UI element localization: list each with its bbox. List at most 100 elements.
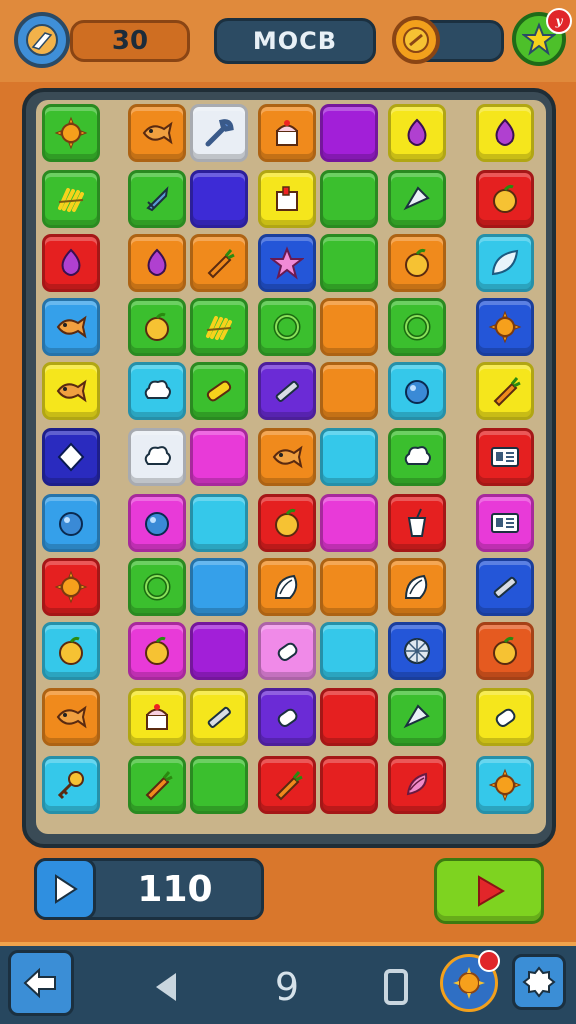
- board-tile[interactable]: [388, 622, 446, 680]
- board-tile[interactable]: [128, 234, 186, 292]
- board-tile[interactable]: [476, 558, 534, 616]
- board-tile[interactable]: [42, 234, 100, 292]
- board-tile[interactable]: [42, 428, 100, 486]
- board-tile[interactable]: [42, 298, 100, 356]
- board-tile[interactable]: [42, 622, 100, 680]
- board-tile[interactable]: [42, 170, 100, 228]
- fruit-icon: [405, 248, 429, 277]
- board-tile[interactable]: [476, 428, 534, 486]
- board-tile[interactable]: [128, 688, 186, 746]
- fruit-icon: [493, 184, 517, 213]
- board-tile[interactable]: [476, 170, 534, 228]
- board-tile[interactable]: [42, 494, 100, 552]
- rocket-icon: [146, 186, 169, 212]
- board-tile[interactable]: [320, 298, 378, 356]
- play-button[interactable]: [34, 858, 96, 920]
- board-tile[interactable]: [476, 234, 534, 292]
- sun-icon: [488, 768, 522, 802]
- arrow-left-icon: [23, 967, 56, 999]
- nav-back-button[interactable]: [8, 950, 74, 1016]
- board-tile[interactable]: [128, 622, 186, 680]
- board-tile[interactable]: [320, 170, 378, 228]
- drop-icon: [61, 248, 81, 276]
- board-tile[interactable]: [42, 558, 100, 616]
- board-tile[interactable]: [128, 558, 186, 616]
- board-tile[interactable]: [320, 622, 378, 680]
- board-tile[interactable]: [190, 234, 248, 292]
- board-tile[interactable]: [258, 558, 316, 616]
- board-tile[interactable]: [320, 428, 378, 486]
- level-title-text: MOCB: [252, 27, 338, 55]
- board-tile[interactable]: [476, 362, 534, 420]
- board-tile[interactable]: [42, 362, 100, 420]
- board-tile[interactable]: [320, 558, 378, 616]
- board-tile[interactable]: [388, 234, 446, 292]
- board-tile[interactable]: [42, 104, 100, 162]
- board-tile[interactable]: [258, 362, 316, 420]
- board-tile[interactable]: [388, 428, 446, 486]
- board-tile[interactable]: [320, 494, 378, 552]
- board-tile[interactable]: [476, 688, 534, 746]
- settings-button[interactable]: [512, 954, 566, 1010]
- board-tile[interactable]: [190, 494, 248, 552]
- board-tile[interactable]: [320, 756, 378, 814]
- board-tile[interactable]: [190, 362, 248, 420]
- board-tile[interactable]: [128, 170, 186, 228]
- board-tile[interactable]: [258, 234, 316, 292]
- board-tile[interactable]: [388, 362, 446, 420]
- board-tile[interactable]: [42, 756, 100, 814]
- board-tile[interactable]: [320, 688, 378, 746]
- board-tile[interactable]: [190, 558, 248, 616]
- board-tile[interactable]: [128, 428, 186, 486]
- board-tile[interactable]: [190, 688, 248, 746]
- board-tile[interactable]: [258, 688, 316, 746]
- board-tile[interactable]: [258, 298, 316, 356]
- cloud-icon: [144, 380, 171, 399]
- board-tile[interactable]: [388, 494, 446, 552]
- board-tile[interactable]: [320, 234, 378, 292]
- board-tile[interactable]: [476, 756, 534, 814]
- back-button[interactable]: [14, 12, 70, 68]
- board-tile[interactable]: [258, 494, 316, 552]
- drop-icon: [495, 118, 515, 146]
- sun-icon: [488, 310, 522, 344]
- board-tile[interactable]: [476, 622, 534, 680]
- board-tile[interactable]: [258, 428, 316, 486]
- board-tile[interactable]: [42, 688, 100, 746]
- board-tile[interactable]: [388, 170, 446, 228]
- nav-prev-button[interactable]: [146, 962, 186, 1012]
- sun-icon: [54, 570, 88, 604]
- board-tile[interactable]: [258, 756, 316, 814]
- board-tile[interactable]: [128, 298, 186, 356]
- board-tile[interactable]: [320, 362, 378, 420]
- board-tile[interactable]: [388, 558, 446, 616]
- board-tile[interactable]: [258, 622, 316, 680]
- board-tile[interactable]: [476, 104, 534, 162]
- board-tile[interactable]: [190, 756, 248, 814]
- board-tile[interactable]: [128, 494, 186, 552]
- sun-icon: [54, 116, 88, 150]
- board-tile[interactable]: [128, 104, 186, 162]
- board-tile[interactable]: [388, 688, 446, 746]
- board-tile[interactable]: [190, 170, 248, 228]
- board-tile[interactable]: [388, 104, 446, 162]
- board-tile[interactable]: [190, 622, 248, 680]
- board-tile[interactable]: [128, 362, 186, 420]
- board-tile[interactable]: [190, 298, 248, 356]
- coin-button[interactable]: [392, 16, 440, 64]
- board-tile[interactable]: [388, 298, 446, 356]
- nav-home-label[interactable]: 9: [262, 962, 312, 1012]
- board-tile[interactable]: [258, 170, 316, 228]
- board-tile[interactable]: [190, 104, 248, 162]
- board-tile[interactable]: [320, 104, 378, 162]
- next-button[interactable]: [434, 858, 544, 924]
- board-tile[interactable]: [388, 756, 446, 814]
- nav-recent-button[interactable]: [376, 962, 416, 1012]
- board-tile[interactable]: [476, 494, 534, 552]
- pencil-icon: [493, 576, 517, 598]
- board-tile[interactable]: [128, 756, 186, 814]
- board-tile[interactable]: [258, 104, 316, 162]
- board-tile[interactable]: [190, 428, 248, 486]
- board-tile[interactable]: [476, 298, 534, 356]
- box-icon: [276, 186, 298, 211]
